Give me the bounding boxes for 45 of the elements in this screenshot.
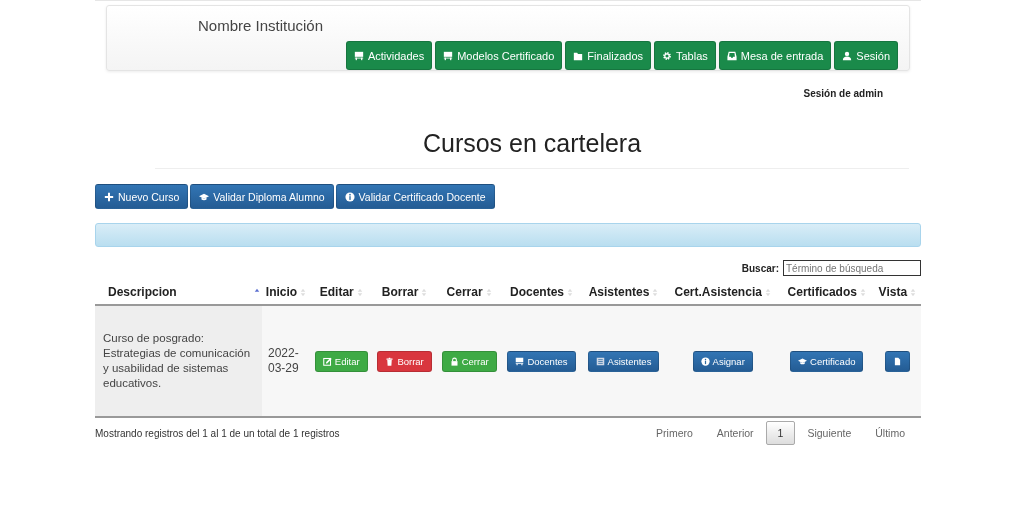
pagination-button[interactable]: Siguiente: [795, 421, 864, 445]
toolbar-button[interactable]: Validar Diploma Alumno: [190, 184, 334, 209]
action-button[interactable]: Certificado: [790, 350, 864, 372]
brand-name: Nombre Institución: [197, 16, 325, 36]
pagination-button[interactable]: Anterior: [704, 421, 766, 445]
toolbar-button[interactable]: Nuevo Curso: [95, 184, 189, 209]
info-icon: [344, 191, 355, 202]
action-button[interactable]: Borrar: [377, 350, 432, 372]
table-cell: Curso de posgrado: Estrategias de comunicación y usabilidad de sistemas educativos.: [95, 305, 262, 417]
pagination-button[interactable]: Último: [863, 421, 917, 445]
pagination-button[interactable]: 1: [765, 421, 796, 445]
action-button[interactable]: Docentes: [507, 350, 576, 372]
trash-icon: [385, 356, 395, 366]
nav-button[interactable]: Mesa de entrada: [718, 41, 832, 70]
table-cell: 2022-03-29: [262, 305, 310, 417]
nav-button[interactable]: Sesión: [834, 41, 898, 70]
board-icon: [443, 50, 454, 61]
board-icon: [515, 356, 525, 366]
action-button[interactable]: [884, 350, 910, 372]
search-field[interactable]: Término de búsqueda: [783, 260, 921, 276]
page-title: Cursos en cartelera: [155, 129, 909, 169]
info-icon: [700, 356, 710, 366]
inbox-icon: [726, 50, 737, 61]
edit-icon: [322, 356, 332, 366]
board-icon: [353, 50, 364, 61]
nav-button[interactable]: Modelos Certificado: [435, 41, 563, 70]
action-button[interactable]: Asistentes: [587, 350, 660, 372]
user-icon: [842, 50, 853, 61]
toolbar-button[interactable]: Validar Certificado Docente: [335, 184, 495, 209]
folder-icon: [573, 50, 584, 61]
pagination-button[interactable]: Primero: [644, 421, 705, 445]
graduation-cap-icon: [199, 191, 210, 202]
nav-button[interactable]: Finalizados: [565, 41, 651, 70]
session-text: Sesión de admin: [802, 87, 884, 99]
search-label: Buscar:: [741, 262, 779, 274]
nav-button[interactable]: Tablas: [654, 41, 716, 70]
plus-icon: [104, 191, 114, 202]
nav-button[interactable]: Actividades: [345, 41, 433, 70]
lock-icon: [449, 356, 459, 366]
action-button[interactable]: Asignar: [692, 350, 753, 372]
file-icon: [892, 356, 902, 366]
graduation-cap-icon: [798, 356, 808, 366]
list-icon: [595, 356, 605, 366]
records-info: Mostrando registros del 1 al 1 de un total de 1 registros: [95, 427, 340, 439]
settings-icon: [662, 50, 672, 61]
